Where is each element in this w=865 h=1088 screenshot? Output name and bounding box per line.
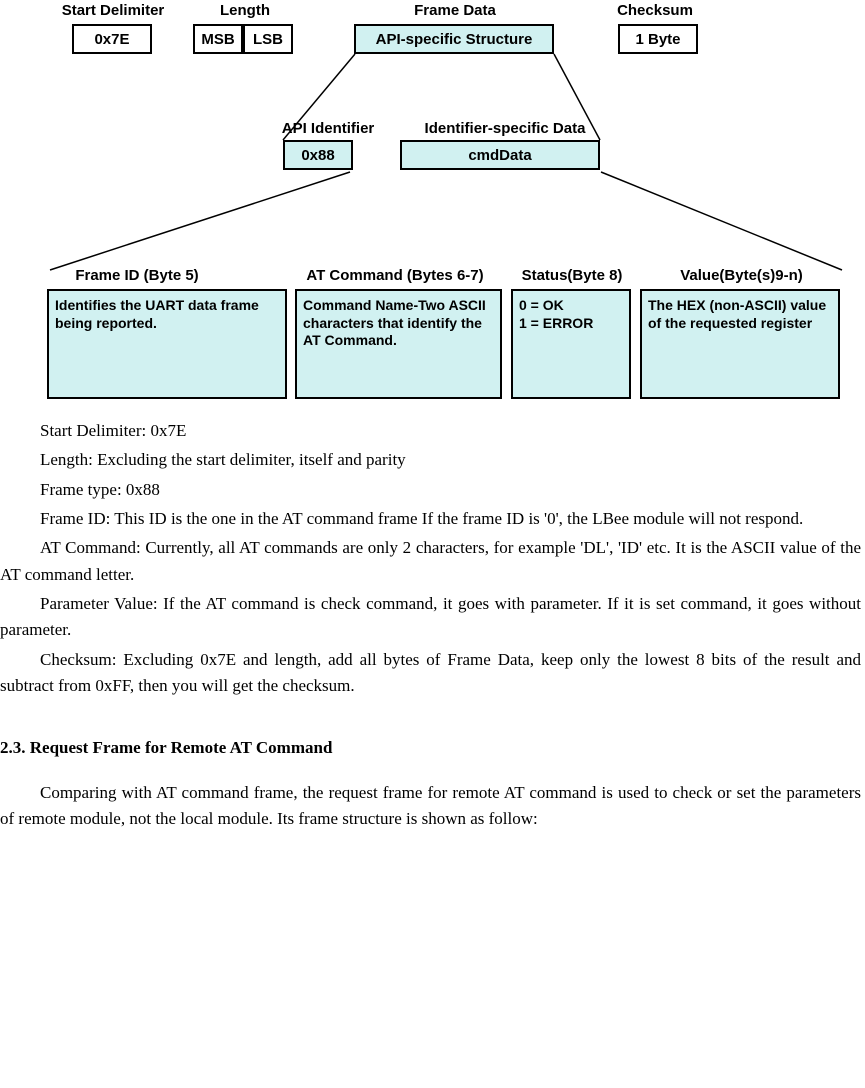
- at-command-label: AT Command (Bytes 6-7): [285, 267, 505, 284]
- checksum-box: 1 Byte: [618, 24, 698, 54]
- status-desc: 0 = OK 1 = ERROR: [511, 289, 631, 399]
- start-delimiter-box: 0x7E: [72, 24, 152, 54]
- section-paragraph: Comparing with AT command frame, the req…: [0, 780, 861, 833]
- section-heading: 2.3. Request Frame for Remote AT Command: [0, 735, 861, 761]
- def-frame-type: Frame type: 0x88: [0, 477, 861, 503]
- value-label: Value(Byte(s)9-n): [644, 267, 839, 284]
- identifier-data-box: cmdData: [400, 140, 600, 170]
- frame-id-label: Frame ID (Byte 5): [52, 267, 222, 284]
- length-label: Length: [205, 2, 285, 19]
- length-msb-box: MSB: [193, 24, 243, 54]
- start-delimiter-label: Start Delimiter: [48, 2, 178, 19]
- length-lsb-box: LSB: [243, 24, 293, 54]
- def-param-value: Parameter Value: If the AT command is ch…: [0, 591, 861, 644]
- document-body: Start Delimiter: 0x7E Length: Excluding …: [0, 418, 865, 832]
- def-at-command: AT Command: Currently, all AT commands a…: [0, 535, 861, 588]
- status-label: Status(Byte 8): [512, 267, 632, 284]
- api-identifier-box: 0x88: [283, 140, 353, 170]
- frame-structure-diagram: Start Delimiter Length Frame Data Checks…: [0, 0, 865, 415]
- frame-id-desc: Identifies the UART data frame being rep…: [47, 289, 287, 399]
- at-command-desc: Command Name-Two ASCII characters that i…: [295, 289, 502, 399]
- value-desc: The HEX (non-ASCII) value of the request…: [640, 289, 840, 399]
- frame-data-box: API-specific Structure: [354, 24, 554, 54]
- def-checksum: Checksum: Excluding 0x7E and length, add…: [0, 647, 861, 700]
- checksum-label: Checksum: [595, 2, 715, 19]
- api-identifier-label: API Identifier: [263, 120, 393, 137]
- def-frame-id: Frame ID: This ID is the one in the AT c…: [0, 506, 861, 532]
- def-start-delimiter: Start Delimiter: 0x7E: [0, 418, 861, 444]
- def-length: Length: Excluding the start delimiter, i…: [0, 447, 861, 473]
- frame-data-label: Frame Data: [395, 2, 515, 19]
- identifier-data-label: Identifier-specific Data: [400, 120, 610, 137]
